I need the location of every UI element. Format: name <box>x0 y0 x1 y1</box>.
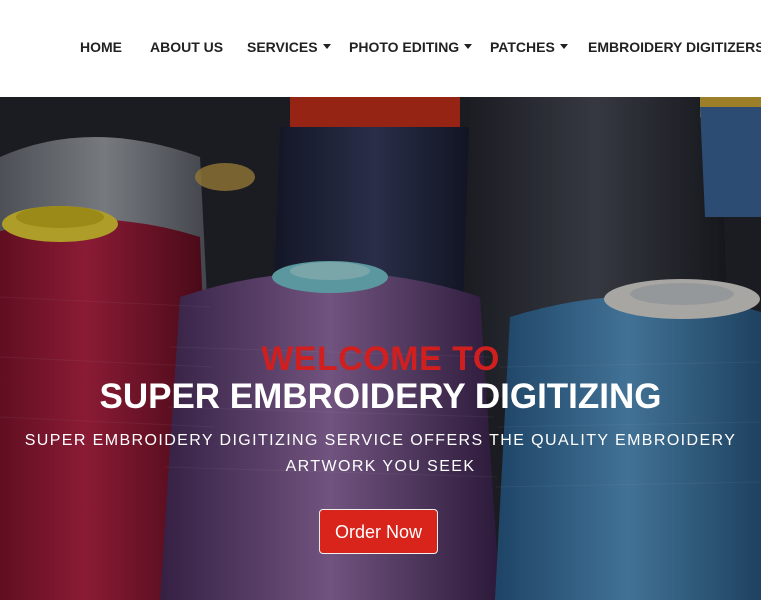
hero-banner: WELCOME TO SUPER EMBROIDERY DIGITIZING S… <box>0 97 761 600</box>
nav-item-label: ABOUT US <box>150 39 224 55</box>
chevron-down-icon <box>322 43 331 49</box>
site-header: HOME ABOUT US SERVICES PHOTO EDITING PAT… <box>0 0 761 97</box>
nav-item-label: SERVICES <box>247 39 318 55</box>
nav-item-label: HOME <box>80 39 122 55</box>
hero-welcome: WELCOME TO <box>261 340 500 378</box>
nav-item-label: EMBROIDERY DIGITIZERS <box>588 39 761 55</box>
nav-item-photo-editing[interactable]: PHOTO EDITING <box>349 37 473 57</box>
nav-item-embroidery-digitizers[interactable]: EMBROIDERY DIGITIZERS <box>588 37 761 57</box>
nav-item-label: PATCHES <box>490 39 555 55</box>
chevron-down-icon <box>464 43 473 49</box>
nav-item-home[interactable]: HOME <box>80 37 122 57</box>
chevron-down-icon <box>559 43 568 49</box>
hero-title: SUPER EMBROIDERY DIGITIZING <box>99 377 662 416</box>
main-nav: HOME ABOUT US SERVICES PHOTO EDITING PAT… <box>0 0 761 97</box>
order-now-button[interactable]: Order Now <box>319 509 438 554</box>
nav-item-about-us[interactable]: ABOUT US <box>150 37 223 57</box>
nav-item-services[interactable]: SERVICES <box>247 37 331 57</box>
nav-item-patches[interactable]: PATCHES <box>490 37 568 57</box>
nav-item-label: PHOTO EDITING <box>349 39 460 55</box>
hero-subtitle: SUPER EMBROIDERY DIGITIZING SERVICE OFFE… <box>24 432 737 475</box>
